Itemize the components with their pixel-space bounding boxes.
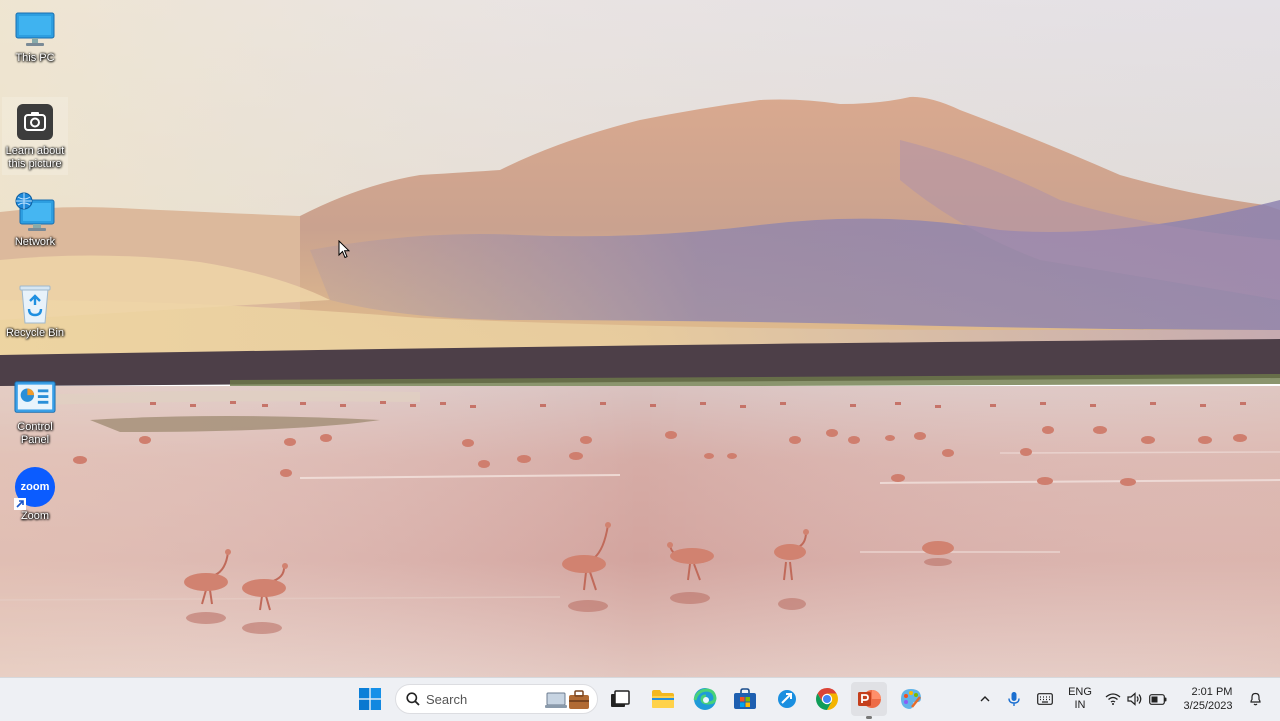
folder-icon [652, 690, 674, 708]
wifi-icon [1105, 693, 1121, 705]
chevron-up-icon [980, 696, 990, 702]
clock-time: 2:01 PM [1191, 686, 1233, 698]
chrome-icon [816, 688, 838, 710]
desktop-icon-learn-about-this-picture[interactable]: Learn about this picture [2, 97, 68, 175]
notification-center-button[interactable] [1245, 684, 1265, 714]
network-icon [14, 192, 56, 234]
icon-label: Learn about this picture [5, 145, 65, 170]
icon-label: Recycle Bin [5, 327, 65, 339]
store-button[interactable] [727, 682, 763, 716]
clock-date: 3/25/2023 [1183, 700, 1233, 712]
briefcase-icon [545, 690, 589, 709]
quick-assist-icon [778, 690, 796, 708]
desktop-icon-recycle-bin[interactable]: Recycle Bin [2, 283, 68, 340]
desktop-icon-control-panel[interactable]: Control Panel [2, 377, 68, 447]
zoom-icon: zoom [14, 466, 56, 510]
paint-icon [901, 689, 921, 709]
touch-keyboard-button[interactable] [1034, 684, 1056, 714]
file-explorer-button[interactable] [645, 682, 681, 716]
powerpoint-icon [858, 690, 881, 708]
quick-assist-button[interactable] [769, 682, 805, 716]
chrome-button[interactable] [809, 682, 845, 716]
clock-button[interactable]: 2:01 PM 3/25/2023 [1178, 684, 1238, 714]
desktop-wallpaper [0, 0, 1280, 677]
desktop-icon-network[interactable]: Network [2, 192, 68, 249]
mouse-cursor-icon [338, 239, 351, 264]
show-hidden-icons-button[interactable] [976, 684, 994, 714]
desktop-icon-zoom[interactable]: zoom Zoom [2, 466, 68, 523]
input-language-button[interactable]: ENG IN [1064, 684, 1096, 714]
microphone-icon [1008, 692, 1020, 706]
language-code: ENG [1068, 686, 1092, 698]
clock: 2:01 PM 3/25/2023 [1184, 685, 1233, 713]
control-panel-icon [14, 377, 56, 419]
battery-icon [1149, 693, 1167, 705]
search-box[interactable]: Search [395, 684, 598, 714]
taskbar: Search ENG IN 2:01 PM 3/25/2023 [0, 677, 1280, 721]
start-button[interactable] [352, 682, 388, 716]
edge-icon [693, 688, 717, 710]
task-view-button[interactable] [602, 682, 638, 716]
paint-button[interactable] [893, 682, 929, 716]
icon-label: This PC [15, 52, 55, 64]
recycle-bin-icon [14, 283, 56, 325]
camera-icon [14, 101, 56, 143]
icon-label: Network [14, 236, 56, 248]
shortcut-arrow-icon [14, 498, 26, 510]
active-app-indicator [866, 716, 872, 719]
zoom-badge-text: zoom [20, 481, 50, 493]
notification-bell-icon [1249, 692, 1261, 706]
icon-label: Control Panel [17, 421, 53, 446]
powerpoint-button[interactable] [851, 682, 887, 719]
store-icon [734, 688, 756, 709]
language-region: IN [1074, 699, 1086, 711]
language-indicator: ENG IN [1068, 686, 1092, 712]
volume-icon [1127, 692, 1142, 706]
task-view-icon [611, 690, 630, 707]
icon-label: Zoom [20, 510, 50, 522]
desktop-icon-this-pc[interactable]: This PC [2, 8, 68, 65]
quick-settings-button[interactable] [1104, 684, 1168, 714]
keyboard-icon [1037, 693, 1053, 705]
windows-logo-icon [359, 688, 381, 710]
search-placeholder: Search [426, 691, 468, 707]
monitor-icon [14, 8, 56, 50]
search-icon [406, 692, 420, 706]
edge-button[interactable] [687, 682, 723, 716]
microphone-button[interactable] [1004, 684, 1024, 714]
